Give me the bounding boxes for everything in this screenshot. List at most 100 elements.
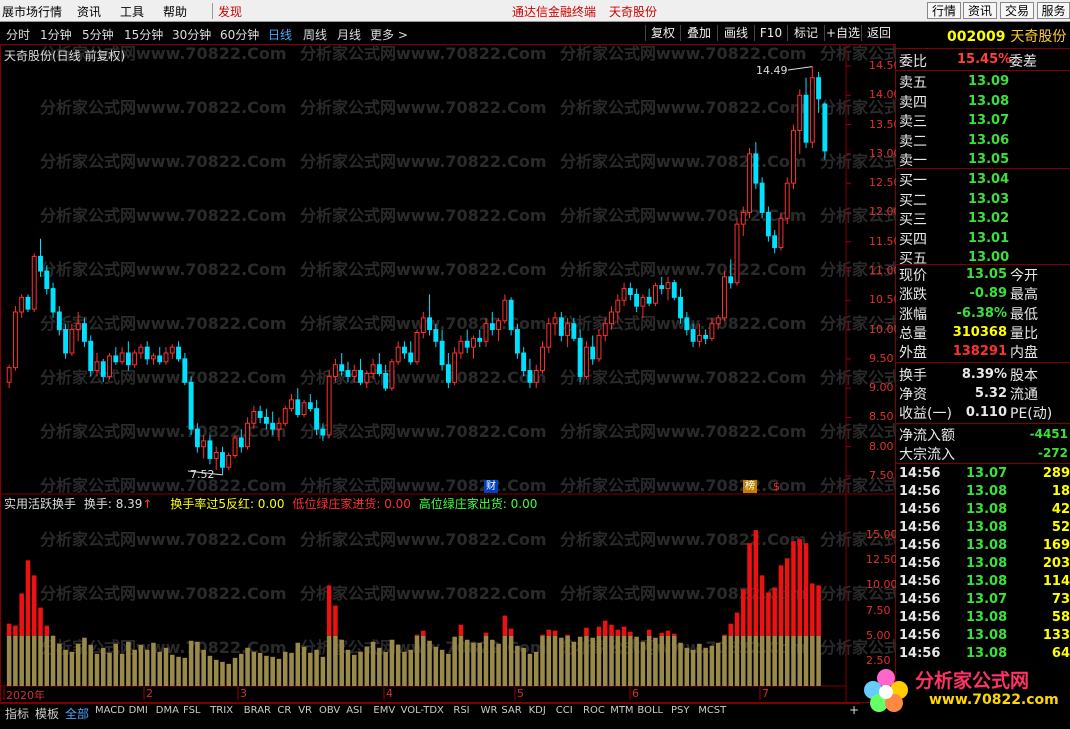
volume-bar-base (778, 635, 784, 686)
volume-bar-base (126, 641, 131, 686)
volume-bar-red (772, 587, 777, 636)
date-label: 7 (762, 687, 769, 700)
indicator-tab[interactable]: CR (277, 705, 291, 716)
weicha-label: 委差 (1009, 54, 1037, 70)
candle-body (289, 399, 294, 410)
brand-logo: 分析家公式网 www.70822.com (857, 664, 1067, 714)
indicator-tab[interactable]: EMV (373, 705, 395, 716)
indicator-tab[interactable]: PSY (671, 705, 690, 716)
candle-body (295, 399, 301, 416)
volume-bar (784, 558, 790, 686)
volume-bar-base (82, 637, 87, 686)
volume-bar (6, 623, 12, 686)
divider (896, 70, 1070, 71)
candle (345, 361, 351, 383)
candle-body (63, 329, 69, 354)
candle-body (715, 317, 721, 325)
ranking-marker[interactable]: 榜 (743, 480, 757, 493)
indicator-tab[interactable]: ROC (583, 705, 605, 716)
volume-bar-base (19, 635, 24, 686)
indicator-tab[interactable]: MCST (698, 705, 726, 716)
indicator-tab[interactable]: VOL-TDX (401, 705, 444, 716)
trade-time: 14:56 (899, 556, 941, 571)
volume-bar (521, 647, 526, 686)
candle-body (257, 411, 263, 418)
volume-bar-base (113, 643, 119, 686)
volume-bar-base (665, 635, 671, 686)
candle-body (778, 217, 784, 249)
trade-price: 13.08 (966, 538, 1008, 553)
volume-bar-base (257, 652, 263, 686)
indicator-tab[interactable]: FSL (183, 705, 201, 716)
volume-bar-base (308, 652, 313, 686)
candle (320, 423, 326, 441)
candle (659, 276, 665, 295)
dollar-icon[interactable]: $ (773, 480, 780, 493)
indicator-tab[interactable]: OBV (319, 705, 340, 716)
trade-volume: 169 (1042, 538, 1070, 553)
indicator-tab[interactable]: ASI (346, 705, 362, 716)
volume-bar-base (646, 635, 652, 686)
candle (107, 353, 112, 380)
indicator-tab[interactable]: CCI (556, 705, 573, 716)
volume-bar-red (508, 628, 514, 636)
volume-bar (527, 653, 533, 686)
finance-marker[interactable]: 财 (484, 480, 498, 493)
volume-bar-base (734, 635, 740, 686)
indicator-tab[interactable]: DMA (156, 705, 179, 716)
volume-bar-base (546, 635, 552, 686)
price-tick-label: 8.50 (869, 410, 894, 424)
candle-body (151, 355, 156, 360)
candle (822, 102, 828, 160)
volume-bar-base (659, 635, 664, 686)
candle-body (144, 346, 150, 360)
candle-body (56, 311, 62, 331)
volume-bar-base (226, 663, 232, 686)
candle-body (464, 340, 470, 348)
indicator-tab[interactable]: MACD (95, 705, 125, 716)
indicator-tab[interactable]: WR (481, 705, 498, 716)
candle (251, 405, 257, 430)
candle (157, 347, 163, 365)
candle-body (408, 352, 414, 363)
volume-bar (44, 625, 50, 686)
candle (257, 405, 263, 424)
volume-bar-base (797, 635, 803, 686)
volume-bar-red (797, 539, 803, 636)
volume-bar-base (232, 657, 238, 686)
indicator-tab[interactable]: MTM (610, 705, 633, 716)
volume-bar (220, 661, 225, 686)
indicator-tab[interactable]: RSI (453, 705, 469, 716)
indicator-tab[interactable]: 模板 (35, 705, 59, 722)
indicator-tick-label: 10.00 (866, 578, 898, 592)
indicator-tab[interactable]: VR (298, 705, 312, 716)
volume-bar-base (207, 655, 213, 686)
volume-bar-red (791, 541, 796, 636)
candle (144, 341, 150, 365)
candle-body (646, 296, 652, 304)
volume-bar-base (439, 649, 445, 686)
indicator-tab[interactable]: KDJ (529, 705, 546, 716)
indicator-name[interactable]: 实用活跃换手 (4, 497, 76, 511)
volume-bar (596, 626, 602, 686)
ask-label: 卖二 (899, 133, 927, 150)
quote-label2: 股本 (1010, 367, 1038, 384)
volume-bar-base (458, 635, 464, 686)
volume-bar-base (552, 635, 558, 686)
candle (433, 323, 439, 348)
candle-body (270, 422, 276, 430)
indicator-tab[interactable]: DMI (129, 705, 148, 716)
indicator-tab[interactable]: 指标 (5, 705, 29, 722)
volume-bar-base (772, 635, 777, 686)
volume-bar-red (753, 530, 759, 636)
trade-volume: 203 (1042, 556, 1070, 571)
indicator-tab[interactable]: TRIX (210, 705, 233, 716)
indicator-tab[interactable]: 全部 (65, 705, 89, 722)
volume-bar-base (584, 635, 589, 686)
volume-bar-base (590, 637, 595, 686)
indicator-tab[interactable]: BOLL (637, 705, 663, 716)
volume-bar (533, 651, 539, 686)
candle (514, 323, 520, 359)
indicator-tab[interactable]: SAR (501, 705, 521, 716)
indicator-tab[interactable]: BRAR (244, 705, 271, 716)
